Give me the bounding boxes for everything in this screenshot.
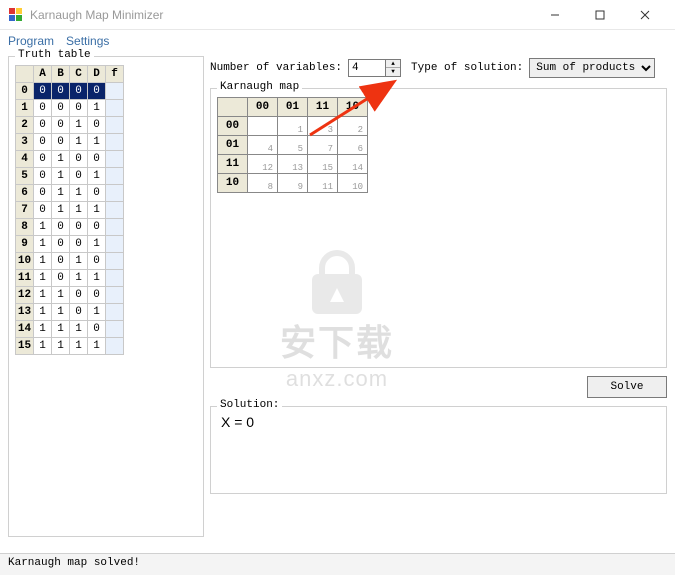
kmap-cell[interactable]: 5 xyxy=(278,136,308,155)
app-icon xyxy=(8,7,24,23)
kmap-panel: Karnaugh map 000111100013201457611121315… xyxy=(210,88,667,368)
kmap-cell[interactable]: 3 xyxy=(308,117,338,136)
truth-header: C xyxy=(70,66,88,83)
minimize-button[interactable] xyxy=(532,0,577,30)
table-row[interactable]: 70111 xyxy=(16,202,124,219)
table-row[interactable]: 60110 xyxy=(16,185,124,202)
table-row[interactable]: 91001 xyxy=(16,236,124,253)
table-row[interactable]: 50101 xyxy=(16,168,124,185)
kmap-cell[interactable]: 7 xyxy=(308,136,338,155)
solution-legend: Solution: xyxy=(217,399,282,411)
table-row[interactable]: 141110 xyxy=(16,321,124,338)
spin-down-icon[interactable]: ▼ xyxy=(386,68,400,76)
kmap-cell[interactable]: 4 xyxy=(248,136,278,155)
kmap-cell[interactable]: 15 xyxy=(308,155,338,174)
truth-header: f xyxy=(106,66,124,83)
truth-table[interactable]: ABCDf00000100012001030011401005010160110… xyxy=(15,65,124,355)
truth-header: D xyxy=(88,66,106,83)
numvars-spinner[interactable]: ▲ ▼ xyxy=(348,59,401,77)
spin-up-icon[interactable]: ▲ xyxy=(386,60,400,68)
truth-header: B xyxy=(52,66,70,83)
soltype-label: Type of solution: xyxy=(411,62,523,74)
kmap-cell[interactable]: 13 xyxy=(278,155,308,174)
table-row[interactable]: 20010 xyxy=(16,117,124,134)
menu-program[interactable]: Program xyxy=(8,34,54,48)
solution-text: X = 0 xyxy=(217,411,660,433)
kmap-legend: Karnaugh map xyxy=(217,81,302,93)
solution-panel: Solution: X = 0 xyxy=(210,406,667,494)
table-row[interactable]: 10001 xyxy=(16,100,124,117)
kmap-cell[interactable]: 9 xyxy=(278,174,308,193)
table-row[interactable]: 111011 xyxy=(16,270,124,287)
truth-table-panel: Truth table ABCDf00000100012001030011401… xyxy=(8,56,204,537)
kmap-cell[interactable]: 10 xyxy=(338,174,368,193)
kmap-cell[interactable]: 1 xyxy=(278,117,308,136)
close-button[interactable] xyxy=(622,0,667,30)
table-row[interactable]: 00000 xyxy=(16,83,124,100)
kmap-cell[interactable]: 14 xyxy=(338,155,368,174)
truth-table-legend: Truth table xyxy=(15,49,94,61)
menu-settings[interactable]: Settings xyxy=(66,34,109,48)
window-title: Karnaugh Map Minimizer xyxy=(30,8,532,22)
kmap-cell[interactable] xyxy=(248,117,278,136)
kmap-table[interactable]: 0001111000132014576111213151410891110 xyxy=(217,97,368,193)
table-row[interactable]: 121100 xyxy=(16,287,124,304)
maximize-button[interactable] xyxy=(577,0,622,30)
kmap-cell[interactable]: 12 xyxy=(248,155,278,174)
kmap-cell[interactable]: 2 xyxy=(338,117,368,136)
table-row[interactable]: 81000 xyxy=(16,219,124,236)
truth-header: A xyxy=(34,66,52,83)
table-row[interactable]: 101010 xyxy=(16,253,124,270)
kmap-cell[interactable]: 11 xyxy=(308,174,338,193)
truth-header xyxy=(16,66,34,83)
menubar: Program Settings xyxy=(0,30,675,52)
kmap-cell[interactable]: 8 xyxy=(248,174,278,193)
numvars-input[interactable] xyxy=(348,59,386,77)
table-row[interactable]: 40100 xyxy=(16,151,124,168)
titlebar: Karnaugh Map Minimizer xyxy=(0,0,675,30)
table-row[interactable]: 151111 xyxy=(16,338,124,355)
kmap-cell[interactable]: 6 xyxy=(338,136,368,155)
numvars-label: Number of variables: xyxy=(210,62,342,74)
solve-button[interactable]: Solve xyxy=(587,376,667,398)
table-row[interactable]: 30011 xyxy=(16,134,124,151)
controls-row: Number of variables: ▲ ▼ Type of solutio… xyxy=(210,56,667,82)
table-row[interactable]: 131101 xyxy=(16,304,124,321)
soltype-select[interactable]: Sum of products xyxy=(529,58,655,78)
statusbar: Karnaugh map solved! xyxy=(0,553,675,575)
